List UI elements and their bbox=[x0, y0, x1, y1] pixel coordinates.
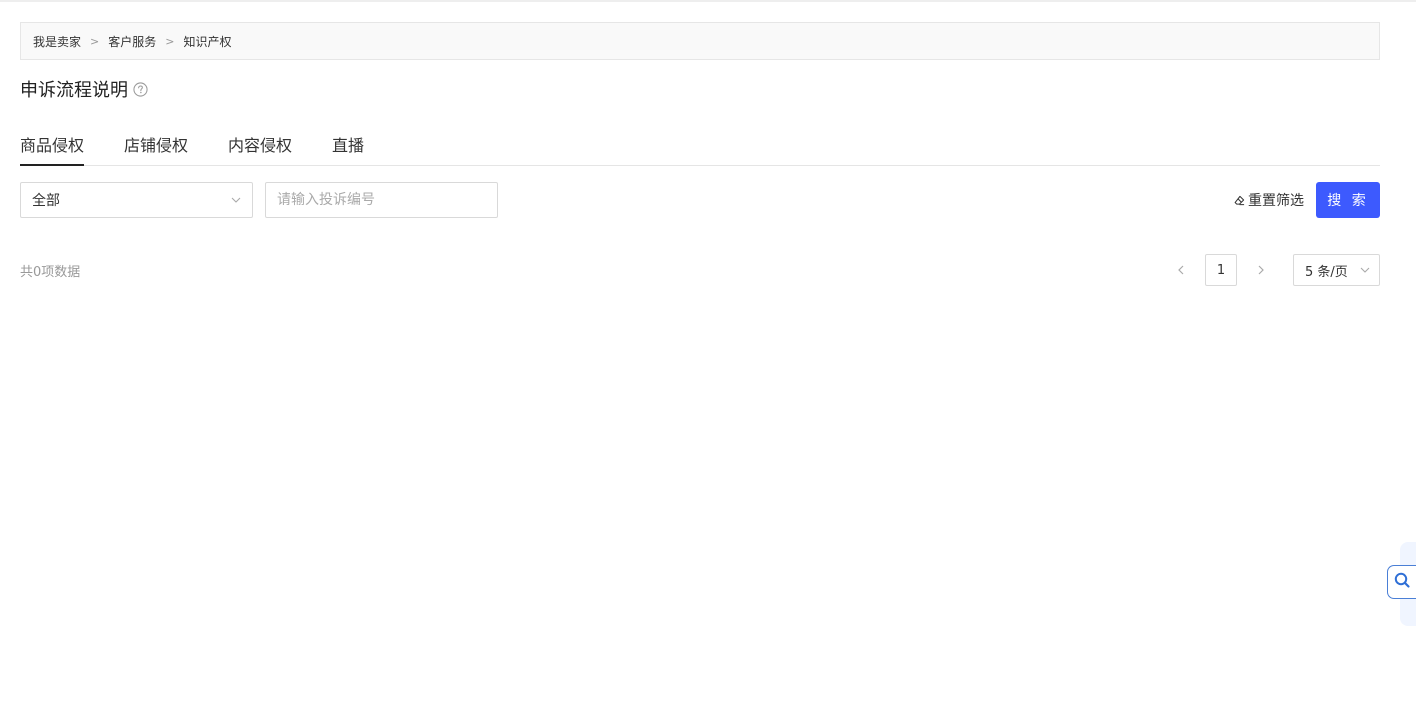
floating-search-button[interactable] bbox=[1387, 565, 1416, 599]
total-count: 共0项数据 bbox=[20, 265, 81, 280]
breadcrumb-item-ip: 知识产权 bbox=[183, 34, 232, 49]
chevron-right-icon[interactable] bbox=[1253, 262, 1269, 278]
tab-bar: 商品侵权 店铺侵权 内容侵权 直播 bbox=[20, 128, 1380, 166]
breadcrumb-item-seller[interactable]: 我是卖家 bbox=[33, 33, 81, 50]
search-icon bbox=[1393, 571, 1411, 593]
page-title: 申诉流程说明 bbox=[20, 76, 148, 102]
tab-content-infringement[interactable]: 内容侵权 bbox=[228, 128, 292, 165]
type-select[interactable]: 全部 bbox=[20, 182, 253, 218]
help-circle-icon[interactable] bbox=[133, 81, 148, 97]
breadcrumb-item-customer-service[interactable]: 客户服务 bbox=[108, 33, 156, 50]
breadcrumb-separator: > bbox=[90, 34, 100, 48]
type-select-value: 全部 bbox=[32, 193, 60, 209]
chevron-down-icon bbox=[230, 194, 242, 210]
reset-filter-label: 重置筛选 bbox=[1248, 193, 1304, 209]
eraser-icon bbox=[1234, 195, 1245, 206]
page-size-value: 5 条/页 bbox=[1305, 264, 1348, 280]
page-size-select[interactable]: 5 条/页 bbox=[1293, 254, 1380, 286]
page-title-text: 申诉流程说明 bbox=[20, 80, 128, 101]
chevron-left-icon[interactable] bbox=[1173, 262, 1189, 278]
tab-product-infringement[interactable]: 商品侵权 bbox=[20, 128, 85, 166]
tab-live[interactable]: 直播 bbox=[332, 128, 364, 165]
breadcrumb-separator: > bbox=[165, 34, 175, 48]
chevron-down-icon bbox=[1359, 264, 1371, 280]
page-number-current[interactable]: 1 bbox=[1205, 254, 1237, 286]
top-divider bbox=[0, 0, 1416, 2]
reset-filter-button[interactable]: 重置筛选 bbox=[1234, 190, 1304, 210]
tab-store-infringement[interactable]: 店铺侵权 bbox=[124, 128, 188, 165]
breadcrumb: 我是卖家 > 客户服务 > 知识产权 bbox=[20, 22, 1380, 60]
complaint-id-search-input[interactable] bbox=[265, 182, 498, 218]
search-button[interactable]: 搜 索 bbox=[1316, 182, 1380, 218]
